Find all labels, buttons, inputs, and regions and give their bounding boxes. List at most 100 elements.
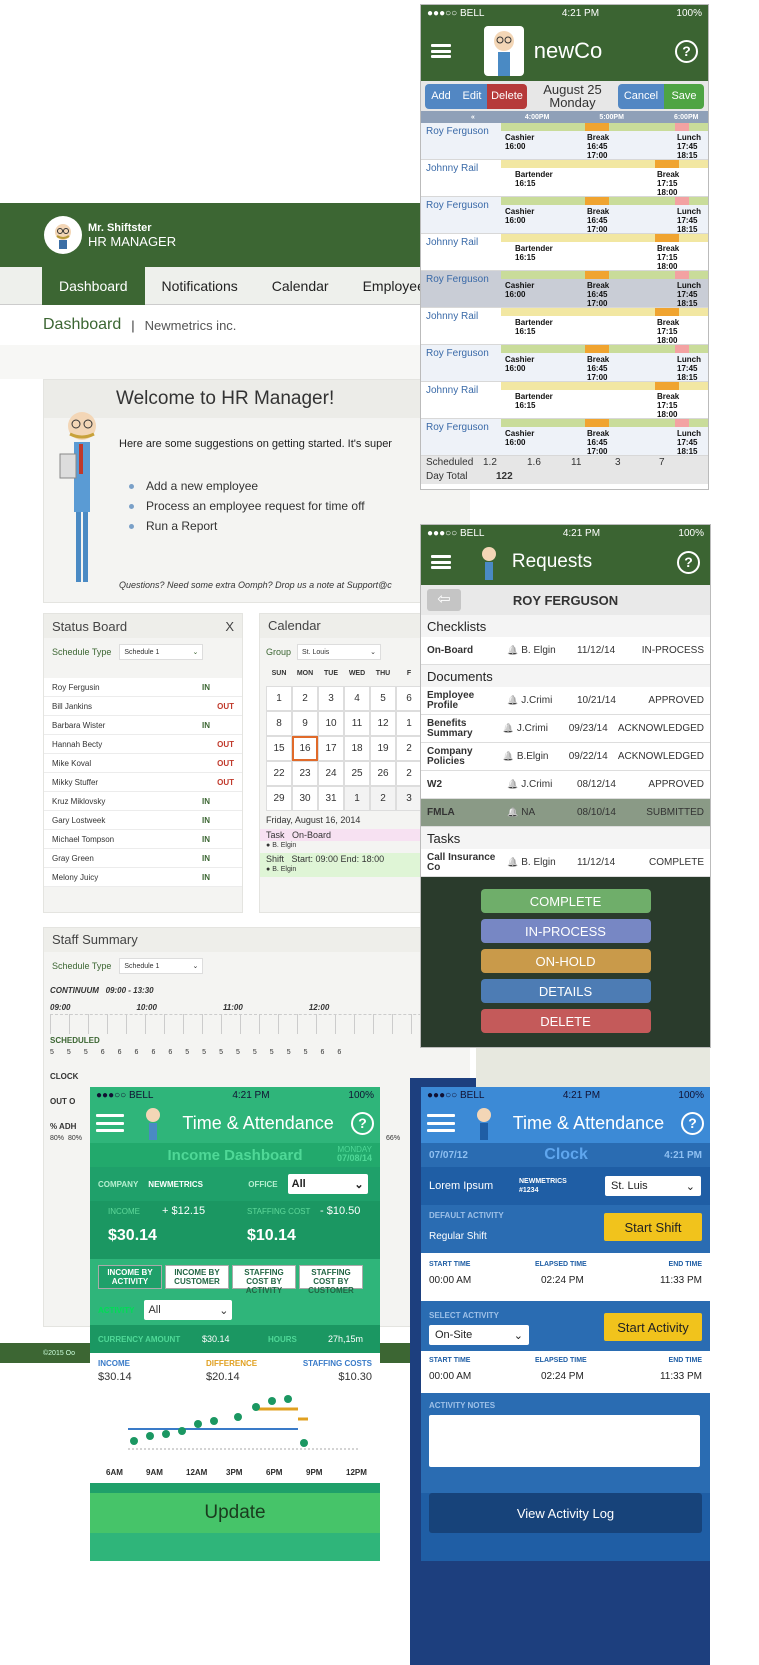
menu-icon[interactable] bbox=[431, 44, 451, 58]
status-row[interactable]: Michael Tompson IN bbox=[44, 830, 242, 849]
complete-button[interactable]: COMPLETE bbox=[480, 889, 651, 913]
shift-block[interactable]: Break 17:15 18:00 bbox=[657, 318, 679, 345]
delete-button[interactable]: DELETE bbox=[480, 1009, 651, 1033]
calendar-day[interactable]: 16 bbox=[292, 736, 318, 761]
tab-income-by-activity[interactable]: INCOME BY ACTIVITY bbox=[98, 1265, 162, 1289]
shift-block[interactable]: Break 17:15 18:00 bbox=[657, 244, 679, 271]
view-activity-log-button[interactable]: View Activity Log bbox=[429, 1493, 702, 1533]
calendar-day[interactable]: 23 bbox=[292, 761, 318, 786]
in-process-button[interactable]: IN-PROCESS bbox=[480, 919, 651, 943]
calendar-day[interactable]: 2 bbox=[370, 786, 396, 811]
request-row[interactable]: Benefits Summary 🔔 J.Crimi 09/23/14 ACKNOWLE… bbox=[421, 715, 710, 743]
schedule-row[interactable]: Roy Ferguson Cashier 16:00 Break 16:45 17:00 L… bbox=[421, 271, 708, 308]
schedule-row[interactable]: Johnny Rail Bartender 16:15 Break 17:15 18:00 bbox=[421, 308, 708, 345]
status-row[interactable]: Bill Jankins OUT bbox=[44, 697, 242, 716]
status-row[interactable]: Hannah Becty OUT bbox=[44, 735, 242, 754]
schedule-row[interactable]: Roy Ferguson Cashier 16:00 Break 16:45 17:00 L… bbox=[421, 419, 708, 456]
calendar-day[interactable]: 1 bbox=[396, 711, 422, 736]
on-hold-button[interactable]: ON-HOLD bbox=[480, 949, 651, 973]
schedule-type-select[interactable]: Schedule 1 ⌄ bbox=[119, 958, 204, 974]
activity-select[interactable]: On-Site ⌄ bbox=[429, 1325, 529, 1345]
back-arrow-icon[interactable]: ⇦ bbox=[427, 589, 461, 611]
request-row[interactable]: W2 🔔 J.Crimi 08/12/14 APPROVED bbox=[421, 771, 710, 799]
status-row[interactable]: Mikky Stuffer OUT bbox=[44, 773, 242, 792]
calendar-day[interactable]: 1 bbox=[344, 786, 370, 811]
menu-icon[interactable] bbox=[431, 555, 451, 569]
shift-block[interactable]: Break 17:15 18:00 bbox=[657, 392, 679, 419]
calendar-day[interactable]: 2 bbox=[292, 686, 318, 711]
calendar-day[interactable]: 5 bbox=[370, 686, 396, 711]
schedule-row[interactable]: Johnny Rail Bartender 16:15 Break 17:15 18:00 bbox=[421, 234, 708, 271]
shift-block[interactable]: Break 16:45 17:00 bbox=[587, 281, 609, 308]
edit-button[interactable]: Edit bbox=[457, 83, 487, 109]
shift-block[interactable]: Cashier 16:00 bbox=[505, 133, 534, 151]
suggestion-item[interactable]: Process an employee request for time off bbox=[129, 496, 365, 516]
shift-block[interactable]: Bartender 16:15 bbox=[515, 392, 553, 410]
shift-block[interactable]: Bartender 16:15 bbox=[515, 170, 553, 188]
calendar-day[interactable]: 17 bbox=[318, 736, 344, 761]
request-row[interactable]: On-Board 🔔 B. Elgin 11/12/14 IN-PROCESS bbox=[421, 637, 710, 665]
tab-staffing-by-customer[interactable]: STAFFING COST BY CUSTOMER bbox=[299, 1265, 363, 1295]
calendar-day[interactable]: 2 bbox=[396, 736, 422, 761]
schedule-row[interactable]: Roy Ferguson Cashier 16:00 Break 16:45 17:00 L… bbox=[421, 123, 708, 160]
suggestion-item[interactable]: Run a Report bbox=[129, 516, 365, 536]
request-row[interactable]: Call Insurance Co 🔔 B. Elgin 11/12/14 COMPLE… bbox=[421, 849, 710, 877]
tab-income-by-customer[interactable]: INCOME BY CUSTOMER bbox=[165, 1265, 229, 1289]
location-select[interactable]: St. Luis ⌄ bbox=[605, 1176, 701, 1196]
status-row[interactable]: Gary Lostweek IN bbox=[44, 811, 242, 830]
schedule-row[interactable]: Roy Ferguson Cashier 16:00 Break 16:45 17:00 L… bbox=[421, 197, 708, 234]
shift-block[interactable]: Cashier 16:00 bbox=[505, 355, 534, 373]
add-button[interactable]: Add bbox=[425, 83, 457, 109]
request-row[interactable]: Company Policies 🔔 B.Elgin 09/22/14 ACKNOWLE… bbox=[421, 743, 710, 771]
calendar-day[interactable]: 11 bbox=[344, 711, 370, 736]
calendar-day[interactable]: 25 bbox=[344, 761, 370, 786]
calendar-day[interactable]: 2 bbox=[396, 761, 422, 786]
shift-block[interactable]: Lunch 17:45 18:15 bbox=[677, 133, 701, 160]
calendar-day[interactable]: 26 bbox=[370, 761, 396, 786]
calendar-day[interactable]: 31 bbox=[318, 786, 344, 811]
status-row[interactable]: Mike Koval OUT bbox=[44, 754, 242, 773]
calendar-day[interactable]: 1 bbox=[266, 686, 292, 711]
close-icon[interactable]: X bbox=[225, 619, 234, 634]
tab-dashboard[interactable]: Dashboard bbox=[42, 266, 145, 305]
status-row[interactable]: Gray Green IN bbox=[44, 849, 242, 868]
request-row[interactable]: Employee Profile 🔔 J.Crimi 10/21/14 APPROVED bbox=[421, 687, 710, 715]
calendar-day[interactable]: 22 bbox=[266, 761, 292, 786]
calendar-day[interactable]: 8 bbox=[266, 711, 292, 736]
activity-notes-input[interactable] bbox=[429, 1415, 700, 1467]
details-button[interactable]: DETAILS bbox=[480, 979, 651, 1003]
shift-block[interactable]: Cashier 16:00 bbox=[505, 429, 534, 447]
schedule-row[interactable]: Johnny Rail Bartender 16:15 Break 17:15 18:00 bbox=[421, 160, 708, 197]
tab-staffing-by-activity[interactable]: STAFFING COST BY ACTIVITY bbox=[232, 1265, 296, 1295]
shift-block[interactable]: Bartender 16:15 bbox=[515, 318, 553, 336]
shift-block[interactable]: Break 16:45 17:00 bbox=[587, 429, 609, 456]
schedule-row[interactable]: Roy Ferguson Cashier 16:00 Break 16:45 17:00 L… bbox=[421, 345, 708, 382]
office-select[interactable]: All ⌄ bbox=[287, 1174, 368, 1194]
calendar-day[interactable]: 18 bbox=[344, 736, 370, 761]
shift-block[interactable]: Lunch 17:45 18:15 bbox=[677, 429, 701, 456]
help-icon[interactable]: ? bbox=[350, 1111, 374, 1135]
cancel-button[interactable]: Cancel bbox=[617, 83, 664, 109]
activity-select[interactable]: All ⌄ bbox=[144, 1300, 233, 1320]
menu-icon[interactable] bbox=[96, 1114, 124, 1132]
calendar-day[interactable]: 19 bbox=[370, 736, 396, 761]
shift-block[interactable]: Break 16:45 17:00 bbox=[587, 355, 609, 382]
group-select[interactable]: St. Louis ⌄ bbox=[297, 644, 382, 660]
status-row[interactable]: Barbara Wister IN bbox=[44, 716, 242, 735]
shift-block[interactable]: Bartender 16:15 bbox=[515, 244, 553, 262]
help-icon[interactable]: ? bbox=[674, 39, 698, 63]
shift-block[interactable]: Lunch 17:45 18:15 bbox=[677, 355, 701, 382]
help-icon[interactable]: ? bbox=[677, 550, 700, 574]
request-row[interactable]: FMLA 🔔 NA 08/10/14 SUBMITTED bbox=[421, 799, 710, 827]
calendar-day[interactable]: 15 bbox=[266, 736, 292, 761]
calendar-day[interactable]: 30 bbox=[292, 786, 318, 811]
schedule-type-select[interactable]: Schedule 1 ⌄ bbox=[119, 644, 204, 660]
calendar-day[interactable]: 3 bbox=[396, 786, 422, 811]
calendar-day[interactable]: 24 bbox=[318, 761, 344, 786]
shift-block[interactable]: Cashier 16:00 bbox=[505, 281, 534, 299]
tab-notifications[interactable]: Notifications bbox=[145, 267, 255, 305]
calendar-day[interactable]: 3 bbox=[318, 686, 344, 711]
menu-icon[interactable] bbox=[427, 1114, 455, 1132]
schedule-row[interactable]: Johnny Rail Bartender 16:15 Break 17:15 18:00 bbox=[421, 382, 708, 419]
chevron-left-icon[interactable]: « bbox=[471, 114, 475, 121]
